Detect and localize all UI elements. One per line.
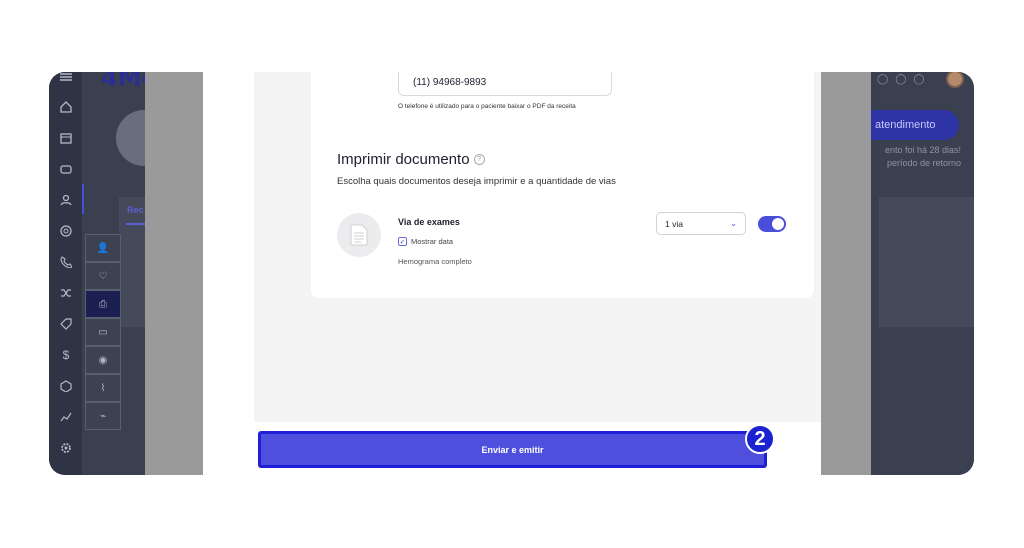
- chat-icon[interactable]: ◯: [895, 74, 906, 85]
- settings-icon[interactable]: [57, 439, 75, 457]
- document-title: Via de exames: [398, 217, 460, 227]
- return-period-notice: ento foi há 28 dias! período de retorno: [884, 145, 961, 168]
- user-icon: 👤: [96, 242, 110, 254]
- sidebar: $: [49, 72, 82, 475]
- user-icon[interactable]: [57, 191, 75, 209]
- print-section-title-text: Imprimir documento: [337, 151, 470, 168]
- background-right-card: [879, 197, 974, 327]
- print-options-card: (11) 94968-9893 O telefone é utilizado p…: [311, 72, 814, 298]
- modal-backdrop-right: [821, 72, 871, 475]
- document-icon: [337, 213, 381, 257]
- help-icon[interactable]: ◯: [913, 74, 924, 85]
- copies-select[interactable]: 1 via ⌄: [656, 212, 746, 235]
- background-tab[interactable]: Rec: [127, 205, 144, 215]
- modal-backdrop-left: [145, 72, 203, 475]
- menu-icon[interactable]: [57, 72, 75, 86]
- top-icons: ◯ ◯ ◯: [877, 74, 925, 85]
- shuffle-icon[interactable]: [57, 284, 75, 302]
- chart-icon: ⌁: [99, 410, 107, 422]
- show-date-option[interactable]: ✓ Mostrar data: [398, 237, 453, 246]
- modal-content: (11) 94968-9893 O telefone é utilizado p…: [254, 72, 821, 422]
- phone-field[interactable]: (11) 94968-9893: [398, 72, 612, 96]
- tag-icon[interactable]: [57, 315, 75, 333]
- show-date-label: Mostrar data: [411, 237, 454, 246]
- toggle-knob: [772, 218, 784, 230]
- dollar-icon[interactable]: $: [57, 346, 75, 364]
- app-window: $ 4Me Rec 👤 ♡ ⎙ ▭ ◉ ⌇ ⌁ ◯ ◯ ◯ atendiment…: [49, 72, 974, 475]
- document-enable-toggle[interactable]: [758, 216, 786, 232]
- sidebar-active-indicator: [82, 184, 84, 214]
- notification-icon[interactable]: ◯: [877, 74, 888, 85]
- print-section-subtitle: Escolha quais documentos deseja imprimir…: [337, 176, 616, 187]
- calendar-icon[interactable]: [57, 129, 75, 147]
- phone-icon[interactable]: [57, 253, 75, 271]
- background-tab-indicator: [126, 223, 146, 225]
- question-icon[interactable]: ?: [473, 154, 485, 165]
- heartbeat-icon: ♡: [98, 270, 108, 282]
- toolbar-folder-button[interactable]: ▭: [85, 318, 121, 346]
- box-icon[interactable]: [57, 377, 75, 395]
- print-section-title: Imprimir documento ?: [337, 151, 485, 168]
- home-icon[interactable]: [57, 98, 75, 116]
- document-toolbar: 👤 ♡ ⎙ ▭ ◉ ⌇ ⌁: [85, 234, 121, 430]
- document-description: Hemograma completo: [398, 257, 472, 266]
- show-date-checkbox[interactable]: ✓: [398, 237, 407, 246]
- toolbar-chart-button[interactable]: ⌁: [85, 402, 121, 430]
- chart-icon[interactable]: [57, 408, 75, 426]
- submit-emit-button[interactable]: Enviar e emitir: [258, 431, 767, 468]
- copies-select-value: 1 via: [665, 218, 683, 229]
- camera-icon: ◉: [98, 354, 108, 366]
- step-number-badge: 2: [745, 424, 775, 454]
- toolbar-print-button[interactable]: ⎙: [85, 290, 121, 318]
- phone-help-text: O telefone é utilizado para o paciente b…: [398, 103, 576, 110]
- toolbar-camera-button[interactable]: ◉: [85, 346, 121, 374]
- chevron-down-icon: ⌄: [730, 219, 737, 228]
- at-sign-icon[interactable]: [57, 222, 75, 240]
- inbox-icon[interactable]: [57, 160, 75, 178]
- toolbar-user-button[interactable]: 👤: [85, 234, 121, 262]
- toolbar-attachment-button[interactable]: ⌇: [85, 374, 121, 402]
- folder-icon: ▭: [98, 326, 108, 338]
- paperclip-icon: ⌇: [100, 382, 106, 394]
- toolbar-health-button[interactable]: ♡: [85, 262, 121, 290]
- printer-icon: ⎙: [99, 298, 107, 310]
- emit-modal: (11) 94968-9893 O telefone é utilizado p…: [203, 72, 821, 475]
